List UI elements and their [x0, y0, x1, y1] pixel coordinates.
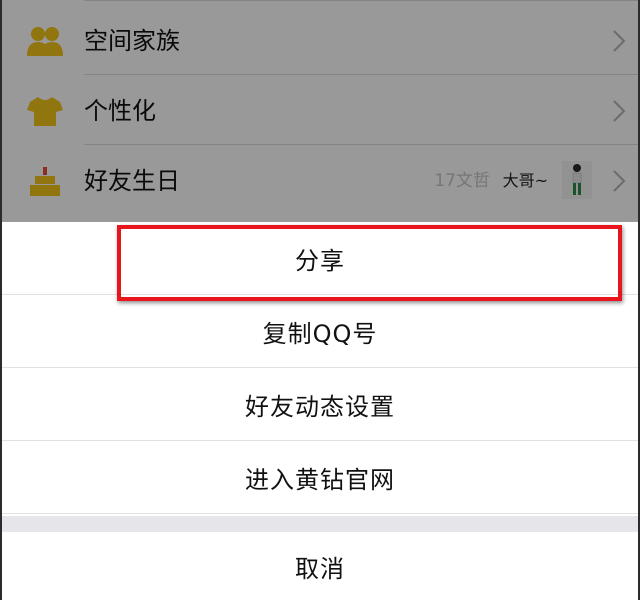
sheet-gap — [0, 516, 640, 532]
yellow-diamond-site-button[interactable]: 进入黄钻官网 — [0, 441, 640, 514]
screen: 空间家族 个性化 好友生日 17文哲 大哥~ 分享 复制QQ号 好友动态设置 进… — [0, 0, 640, 600]
share-button[interactable]: 分享 — [0, 222, 640, 295]
cancel-button[interactable]: 取消 — [0, 532, 640, 600]
copy-qq-number-button[interactable]: 复制QQ号 — [0, 295, 640, 368]
yellow-diamond-site-label: 进入黄钻官网 — [245, 465, 395, 494]
friend-feed-settings-label: 好友动态设置 — [245, 392, 395, 421]
share-button-label: 分享 — [295, 246, 345, 275]
modal-overlay[interactable] — [0, 0, 640, 222]
cancel-button-label: 取消 — [295, 554, 345, 583]
friend-feed-settings-button[interactable]: 好友动态设置 — [0, 368, 640, 441]
frame-edge — [0, 0, 2, 600]
action-sheet: 分享 复制QQ号 好友动态设置 进入黄钻官网 取消 — [0, 222, 640, 600]
copy-qq-number-label: 复制QQ号 — [262, 319, 378, 348]
